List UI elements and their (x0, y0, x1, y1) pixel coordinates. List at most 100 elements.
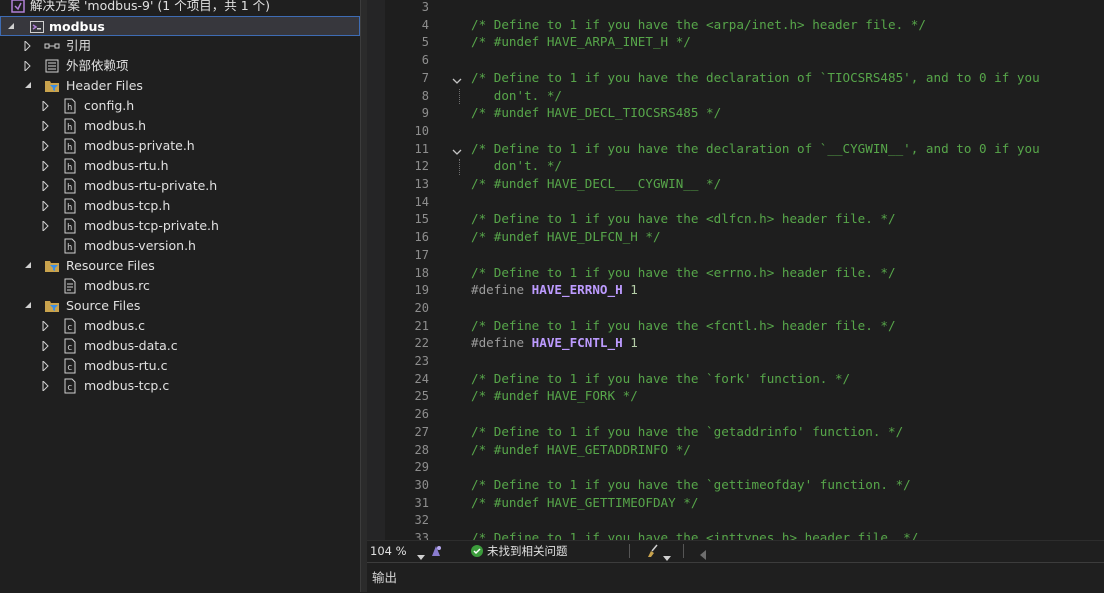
code-token: /* #undef HAVE_DECL___CYGWIN__ */ (471, 176, 722, 191)
references-icon (44, 38, 60, 54)
solution-icon (10, 0, 26, 14)
code-line: /* Define to 1 if you have the declarati… (471, 70, 1040, 85)
collapsed-arrow-icon[interactable] (42, 356, 52, 376)
header-file-item[interactable]: h config.h (0, 96, 360, 116)
source-file-item[interactable]: c modbus.c (0, 316, 360, 336)
collapsed-arrow-icon[interactable] (42, 96, 52, 116)
svg-text:h: h (67, 163, 72, 173)
header-file-item[interactable]: h modbus-tcp.h (0, 196, 360, 216)
code-token: HAVE_FCNTL_H (531, 335, 623, 351)
line-number: 7 (421, 70, 429, 85)
code-line: /* Define to 1 if you have the `gettimeo… (471, 477, 911, 492)
line-number: 12 (414, 159, 429, 174)
header-file-icon: h (62, 198, 78, 214)
collapsed-arrow-icon[interactable] (42, 136, 52, 156)
source-file-item[interactable]: c modbus-rtu.c (0, 356, 360, 376)
source-files-label: Source Files (66, 298, 141, 313)
solution-node[interactable]: 解决方案 'modbus-9' (1 个项目，共 1 个) (0, 0, 360, 16)
source-file-item[interactable]: c modbus-data.c (0, 336, 360, 356)
code-token: don't. */ (471, 158, 562, 174)
external-deps-node[interactable]: 外部依赖项 (0, 56, 360, 76)
resource-file-item[interactable]: modbus.rc (0, 276, 360, 296)
resource-files-node[interactable]: Resource Files (0, 256, 360, 276)
expanded-arrow-icon[interactable] (24, 76, 34, 96)
header-file-icon: h (62, 218, 78, 234)
collapsed-arrow-icon[interactable] (42, 116, 52, 136)
svg-text:h: h (67, 143, 72, 153)
svg-text:c: c (67, 363, 72, 373)
file-label: modbus.h (84, 118, 147, 133)
solution-explorer: 解决方案 'modbus-9' (1 个项目，共 1 个) modbus 引用 … (0, 0, 360, 592)
code-line: /* Define to 1 if you have the <fcntl.h>… (471, 318, 896, 333)
external-deps-icon (44, 58, 60, 74)
code-line: /* Define to 1 if you have the <arpa/ine… (471, 17, 926, 32)
header-file-icon: h (62, 178, 78, 194)
source-file-item[interactable]: c modbus-tcp.c (0, 376, 360, 396)
svg-text:h: h (67, 203, 72, 213)
fold-collapse-icon[interactable] (451, 72, 465, 90)
header-files-label: Header Files (66, 78, 143, 93)
header-file-item[interactable]: h modbus-version.h (0, 236, 360, 256)
status-separator (683, 544, 684, 558)
zoom-level[interactable]: 104 % (370, 541, 407, 561)
line-number: 21 (414, 318, 429, 333)
header-file-item[interactable]: h modbus-tcp-private.h (0, 216, 360, 236)
collapsed-arrow-icon[interactable] (42, 156, 52, 176)
header-files-node[interactable]: Header Files (0, 76, 360, 96)
code-line: #define HAVE_FCNTL_H 1 (471, 335, 638, 350)
output-title[interactable]: 输出 (372, 563, 397, 593)
source-files-node[interactable]: Source Files (0, 296, 360, 316)
code-editor[interactable]: 3 4 5 6 7 8 9 10 11 12 13 14 15 16 17 18 19 20 21 22 23 24 25 2… (367, 0, 1104, 540)
header-file-item[interactable]: h modbus-rtu.h (0, 156, 360, 176)
header-file-item[interactable]: h modbus.h (0, 116, 360, 136)
line-number: 26 (414, 407, 429, 422)
panel-splitter[interactable] (360, 0, 367, 592)
references-node[interactable]: 引用 (0, 36, 360, 56)
expanded-arrow-icon[interactable] (24, 256, 34, 276)
line-number: 10 (414, 123, 429, 138)
code-token: /* #undef HAVE_DLFCN_H */ (471, 229, 661, 245)
code-line: /* #undef HAVE_GETADDRINFO */ (471, 442, 691, 457)
filter-folder-icon (44, 258, 60, 274)
project-node[interactable]: modbus (0, 16, 360, 36)
collapsed-arrow-icon[interactable] (24, 36, 34, 56)
fold-guide (459, 88, 461, 105)
collapsed-arrow-icon[interactable] (24, 56, 34, 76)
collapsed-arrow-icon[interactable] (42, 316, 52, 336)
expanded-arrow-icon[interactable] (7, 17, 17, 37)
line-number: 20 (414, 300, 429, 315)
collapsed-arrow-icon[interactable] (42, 216, 52, 236)
code-token: don't. */ (471, 87, 562, 103)
svg-text:h: h (67, 183, 72, 193)
ai-sparkle-icon[interactable] (429, 544, 443, 564)
line-number: 9 (421, 106, 429, 121)
file-label: modbus-private.h (84, 138, 195, 153)
c-file-icon: c (62, 358, 78, 374)
collapsed-arrow-icon[interactable] (42, 376, 52, 396)
collapsed-arrow-icon[interactable] (42, 336, 52, 356)
code-token: 1 (622, 282, 638, 298)
code-line: don't. */ (471, 88, 562, 103)
code-line: /* #undef HAVE_GETTIMEOFDAY */ (471, 495, 698, 510)
file-label: modbus-tcp-private.h (84, 218, 219, 233)
header-file-item[interactable]: h modbus-rtu-private.h (0, 176, 360, 196)
issues-status[interactable]: 未找到相关问题 (487, 541, 568, 561)
collapsed-arrow-icon[interactable] (42, 176, 52, 196)
svg-text:h: h (67, 243, 72, 253)
code-token: /* Define to 1 if you have the `gettimeo… (471, 476, 911, 492)
cleanup-brush-icon[interactable] (645, 544, 661, 564)
file-label: config.h (84, 98, 135, 113)
code-token: /* Define to 1 if you have the <arpa/ine… (471, 16, 926, 32)
project-icon (29, 19, 45, 35)
line-number: 14 (414, 194, 429, 209)
header-file-item[interactable]: h modbus-private.h (0, 136, 360, 156)
svg-text:c: c (67, 323, 72, 333)
line-number: 28 (414, 442, 429, 457)
code-line: /* Define to 1 if you have the <inttypes… (471, 530, 918, 540)
file-label: modbus.c (84, 318, 145, 333)
code-token: #define (471, 282, 532, 298)
expanded-arrow-icon[interactable] (24, 296, 34, 316)
editor-status-bar: 104 % 未找到相关问题 (367, 540, 1104, 561)
collapsed-arrow-icon[interactable] (42, 196, 52, 216)
fold-collapse-icon[interactable] (451, 143, 465, 161)
